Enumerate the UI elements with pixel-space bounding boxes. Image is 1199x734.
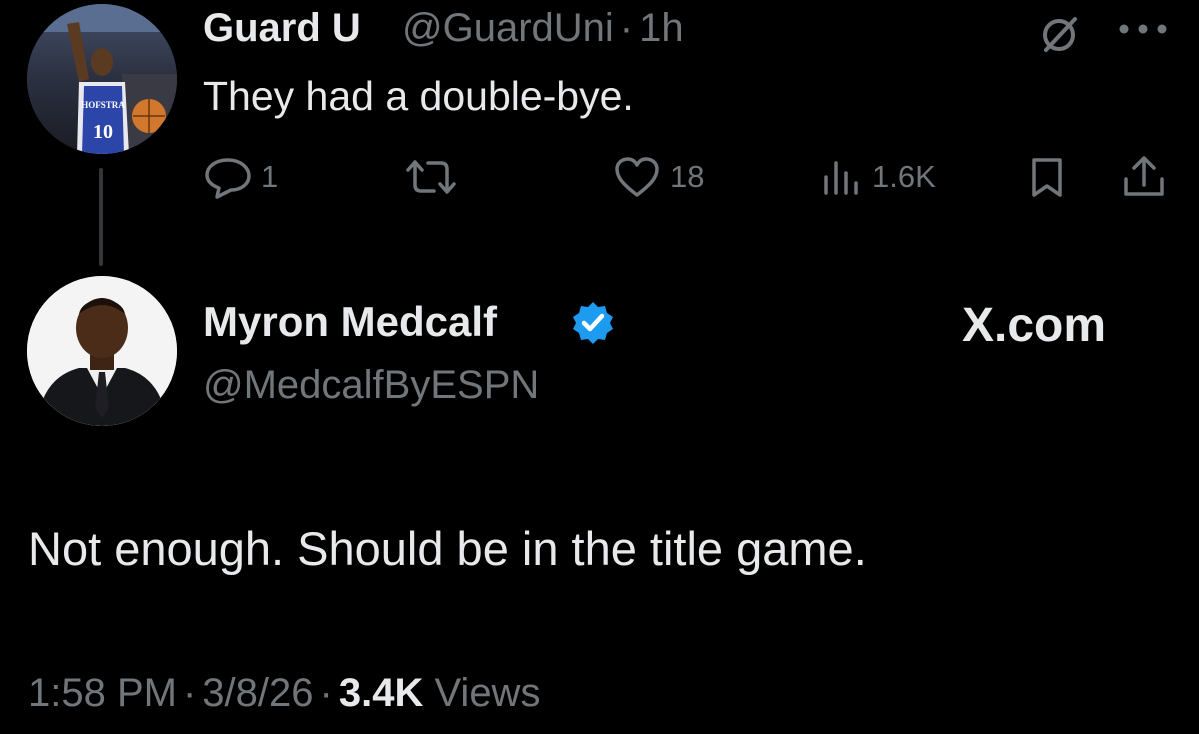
reply-display-name[interactable]: Myron Medcalf: [203, 296, 497, 348]
tweet-footer-meta: 1:58 PM · 3/8/26 · 3.4K Views: [28, 668, 540, 718]
thread-connector-line: [99, 168, 103, 266]
views-button[interactable]: 1.6K: [820, 155, 936, 199]
bookmark-icon: [1032, 158, 1062, 197]
like-count: 18: [670, 159, 705, 194]
repost-button[interactable]: [400, 155, 470, 199]
parent-handle[interactable]: @GuardUni: [402, 6, 614, 50]
avatar-jersey-number: 10: [93, 121, 113, 143]
tweet-time[interactable]: 1:58 PM: [28, 671, 177, 715]
share-icon: [1124, 156, 1164, 196]
footer-separator: ·: [182, 671, 197, 715]
more-options-icon[interactable]: [1117, 22, 1169, 36]
reply-icon: [205, 158, 251, 199]
x-com-label: X.com: [962, 299, 1107, 352]
avatar-jersey-text: HOFSTRA: [81, 100, 125, 110]
views-count: 3.4K: [338, 671, 424, 715]
myron-medcalf-avatar[interactable]: [27, 276, 177, 426]
footer-separator: ·: [319, 671, 333, 715]
share-button[interactable]: [1121, 155, 1167, 199]
guard-u-avatar[interactable]: HOFSTRA 10: [27, 4, 177, 154]
parent-time[interactable]: 1h: [639, 6, 684, 50]
parent-display-name[interactable]: Guard U: [203, 4, 361, 52]
parent-handle-time: @GuardUni · 1h: [402, 4, 684, 52]
heart-icon: [615, 157, 659, 197]
meta-separator: ·: [619, 6, 634, 50]
reply-count: 1: [261, 159, 279, 194]
analytics-icon: [824, 161, 858, 195]
avatar-image: [27, 276, 177, 426]
reply-handle[interactable]: @MedcalfByESPN: [203, 360, 539, 410]
repost-icon: [406, 160, 456, 194]
view-count: 1.6K: [872, 159, 936, 194]
like-button[interactable]: 18: [612, 155, 704, 199]
reply-tweet-text: Not enough. Should be in the title game.: [28, 522, 867, 575]
parent-tweet-text: They had a double-bye.: [203, 73, 634, 119]
verified-badge-icon[interactable]: [570, 300, 616, 346]
tweet-date[interactable]: 3/8/26: [202, 671, 313, 715]
views-label: Views: [434, 671, 541, 715]
reply-button[interactable]: 1: [203, 155, 278, 199]
avatar-image: HOFSTRA 10: [27, 4, 177, 154]
grok-icon[interactable]: [1040, 14, 1080, 54]
bookmark-button[interactable]: [1027, 155, 1067, 199]
